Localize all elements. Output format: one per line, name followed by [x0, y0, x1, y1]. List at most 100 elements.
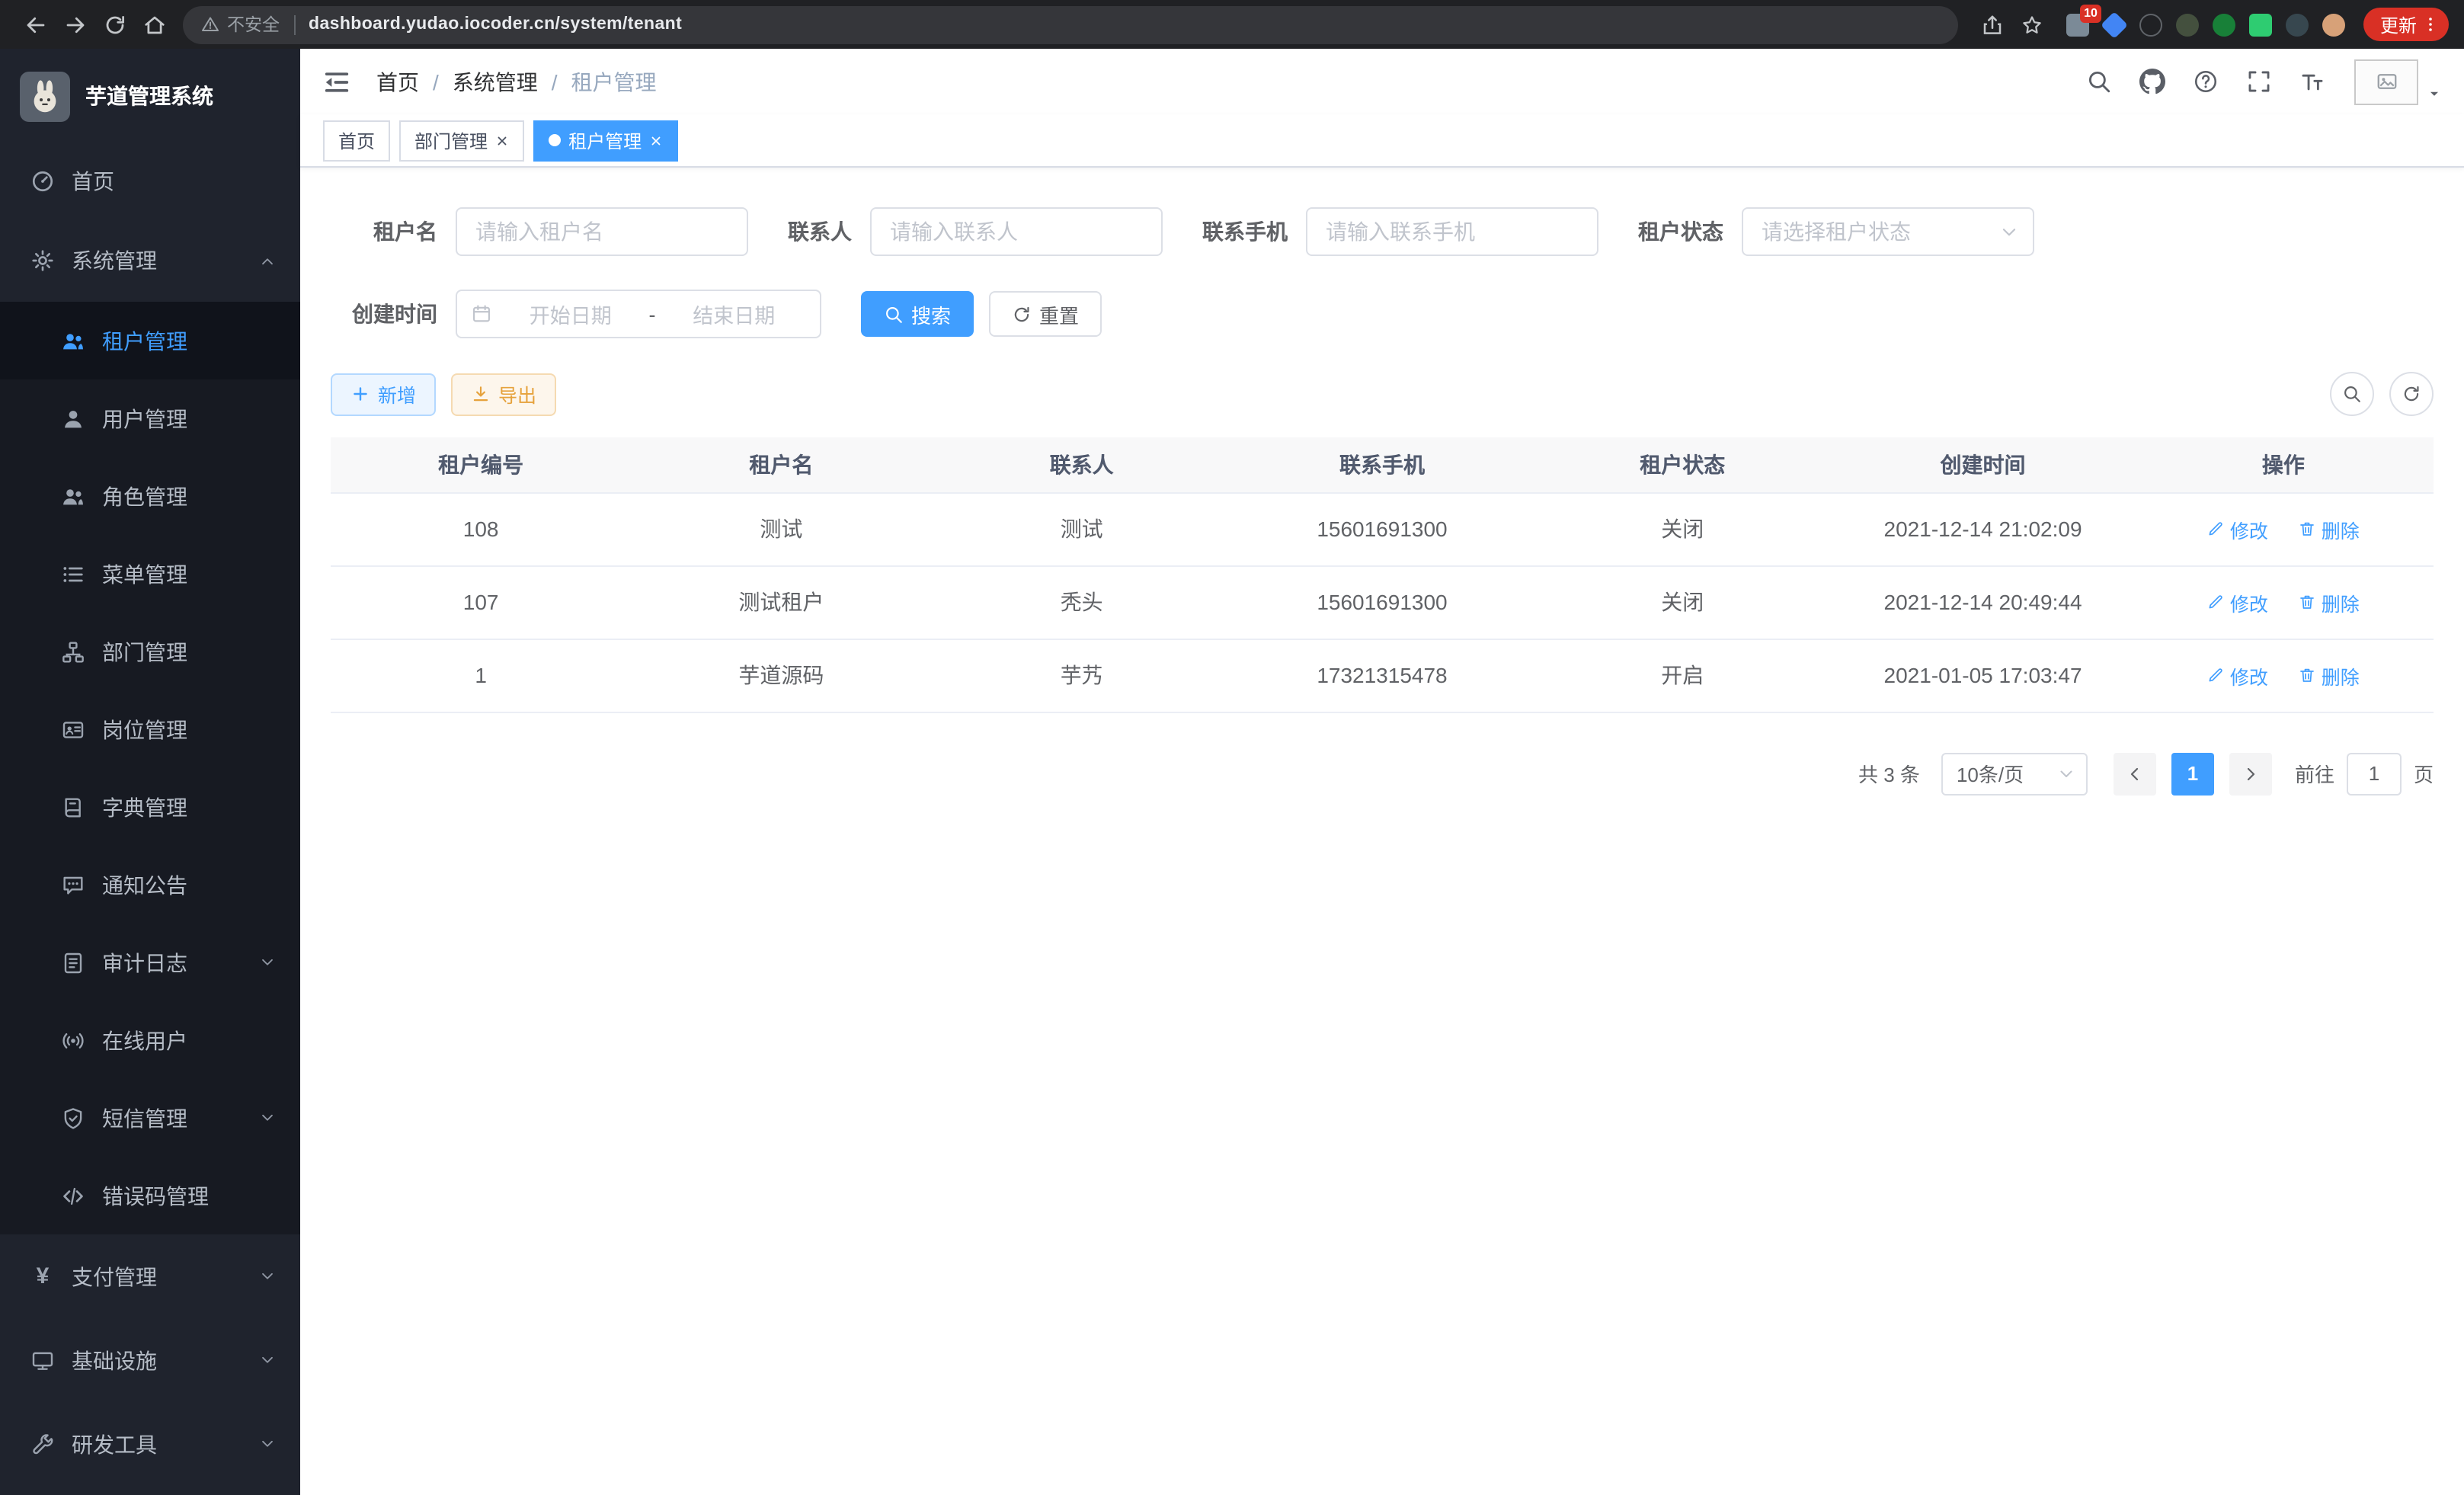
address-bar[interactable]: 不安全 dashboard.yudao.iocoder.cn/system/te…: [183, 5, 1958, 43]
next-page-button[interactable]: [2229, 752, 2272, 795]
code-icon: [61, 1183, 85, 1208]
browser-update-button[interactable]: 更新: [2363, 8, 2449, 41]
refresh-icon: [1012, 304, 1032, 324]
sidebar-item-auditlog[interactable]: 审计日志: [0, 924, 300, 1001]
breadcrumb-home[interactable]: 首页: [376, 66, 419, 97]
extension-icon[interactable]: 10: [2066, 13, 2089, 36]
refresh-table-button[interactable]: [2389, 372, 2434, 416]
cell-created: 2021-01-05 17:03:47: [1832, 639, 2133, 712]
cell-tenant-name: 芋道源码: [631, 639, 931, 712]
table-row: 107 测试租户 秃头 15601691300 关闭 2021-12-14 20…: [331, 565, 2434, 639]
sidebar-item-online[interactable]: 在线用户: [0, 1001, 300, 1079]
header-search-button[interactable]: [2072, 69, 2126, 94]
sidebar-item-pay[interactable]: ¥ 支付管理: [0, 1234, 300, 1318]
extension-icon[interactable]: [2139, 13, 2162, 36]
cell-status: 关闭: [1532, 492, 1832, 565]
edit-label: 修改: [2230, 587, 2268, 616]
main-area: 首页 / 系统管理 / 租户管理: [300, 49, 2464, 1495]
tenant-name-input[interactable]: [475, 219, 728, 244]
github-link[interactable]: [2126, 69, 2179, 94]
extensions-area: 10: [2053, 13, 2345, 36]
cell-tenant-id: 108: [331, 492, 631, 565]
reset-button[interactable]: 重置: [989, 291, 1102, 337]
sidebar-item-errorcode[interactable]: 错误码管理: [0, 1157, 300, 1234]
close-icon[interactable]: [495, 133, 509, 147]
breadcrumb: 首页 / 系统管理 / 租户管理: [376, 66, 657, 97]
search-button[interactable]: 搜索: [861, 291, 974, 337]
date-range-picker[interactable]: 开始日期 - 结束日期: [456, 290, 821, 338]
share-button[interactable]: [1973, 5, 2013, 44]
sidebar-item-user[interactable]: 用户管理: [0, 379, 300, 457]
browser-home-button[interactable]: [134, 5, 174, 44]
url-text: dashboard.yudao.iocoder.cn/system/tenant: [309, 15, 682, 34]
page-size-select[interactable]: 10条/页: [1941, 752, 2088, 795]
sidebar-item-devtool[interactable]: 研发工具: [0, 1402, 300, 1486]
logo[interactable]: 芋道管理系统: [0, 49, 300, 143]
bookmark-button[interactable]: [2013, 5, 2053, 44]
contact-input[interactable]: [890, 219, 1143, 244]
breadcrumb-section: 系统管理: [453, 66, 538, 97]
sidebar-item-tenant[interactable]: 租户管理: [0, 302, 300, 379]
delete-button[interactable]: 删除: [2299, 514, 2360, 543]
sidebar-item-menu[interactable]: 菜单管理: [0, 535, 300, 613]
tab-dept[interactable]: 部门管理: [399, 120, 524, 161]
tags-view-bar: 首页 部门管理 租户管理: [300, 114, 2464, 168]
user-avatar-menu[interactable]: [2354, 59, 2443, 104]
edit-button[interactable]: 修改: [2207, 587, 2268, 616]
browser-forward-button[interactable]: [55, 5, 94, 44]
sidebar-item-sms[interactable]: 短信管理: [0, 1079, 300, 1157]
docs-help-button[interactable]: [2179, 69, 2232, 94]
sidebar-item-dashboard[interactable]: 首页: [0, 143, 300, 219]
extension-icon[interactable]: [2101, 11, 2128, 38]
add-button[interactable]: 新增: [331, 373, 436, 415]
extension-icon[interactable]: [2249, 13, 2272, 36]
tab-home[interactable]: 首页: [323, 120, 390, 161]
sidebar-item-dept[interactable]: 部门管理: [0, 613, 300, 690]
edit-button[interactable]: 修改: [2207, 661, 2268, 690]
cell-actions: 修改 删除: [2133, 565, 2434, 639]
delete-button[interactable]: 删除: [2299, 587, 2360, 616]
goto-label: 前往: [2295, 759, 2334, 788]
font-size-button[interactable]: [2286, 69, 2339, 94]
mobile-input[interactable]: [1326, 219, 1579, 244]
sidebar-item-infra[interactable]: 基础设施: [0, 1318, 300, 1402]
edit-button[interactable]: 修改: [2207, 514, 2268, 543]
home-icon: [142, 13, 165, 36]
prev-page-button[interactable]: [2114, 752, 2156, 795]
goto-page: 前往 页: [2295, 752, 2434, 795]
field-label: 创建时间: [331, 299, 437, 329]
field-label: 租户名: [331, 216, 437, 247]
shield-icon: [61, 1106, 85, 1130]
close-icon[interactable]: [649, 133, 663, 147]
browser-back-button[interactable]: [15, 5, 55, 44]
question-icon: [2193, 69, 2219, 94]
export-button[interactable]: 导出: [451, 373, 556, 415]
browser-reload-button[interactable]: [94, 5, 134, 44]
delete-button[interactable]: 删除: [2299, 661, 2360, 690]
toggle-search-button[interactable]: [2330, 372, 2374, 416]
field-label: 联系人: [788, 216, 852, 247]
tab-label: 部门管理: [414, 127, 488, 153]
cell-actions: 修改 删除: [2133, 492, 2434, 565]
sidebar-item-notice[interactable]: 通知公告: [0, 846, 300, 924]
extension-icon[interactable]: [2176, 13, 2199, 36]
cell-tenant-id: 107: [331, 565, 631, 639]
field-label: 联系手机: [1202, 216, 1288, 247]
filter-row-2: 创建时间 开始日期 - 结束日期 搜索 重置: [331, 290, 2434, 338]
sidebar-item-post[interactable]: 岗位管理: [0, 690, 300, 768]
extension-icon[interactable]: [2286, 13, 2309, 36]
fullscreen-button[interactable]: [2232, 69, 2286, 94]
sidebar-item-dict[interactable]: 字典管理: [0, 768, 300, 846]
sidebar-item-system[interactable]: 系统管理: [0, 219, 300, 302]
extension-icon[interactable]: [2213, 13, 2235, 36]
tab-tenant[interactable]: 租户管理: [533, 120, 678, 161]
site-security[interactable]: 不安全: [201, 12, 280, 37]
page-number-button[interactable]: 1: [2171, 752, 2214, 795]
profile-avatar-icon[interactable]: [2322, 13, 2345, 36]
sidebar-item-role[interactable]: 角色管理: [0, 457, 300, 535]
delete-label: 删除: [2322, 514, 2360, 543]
list-icon: [61, 562, 85, 586]
goto-page-input[interactable]: [2347, 752, 2402, 795]
menu-fold-icon[interactable]: [322, 66, 352, 97]
status-select[interactable]: 请选择租户状态: [1742, 207, 2034, 256]
